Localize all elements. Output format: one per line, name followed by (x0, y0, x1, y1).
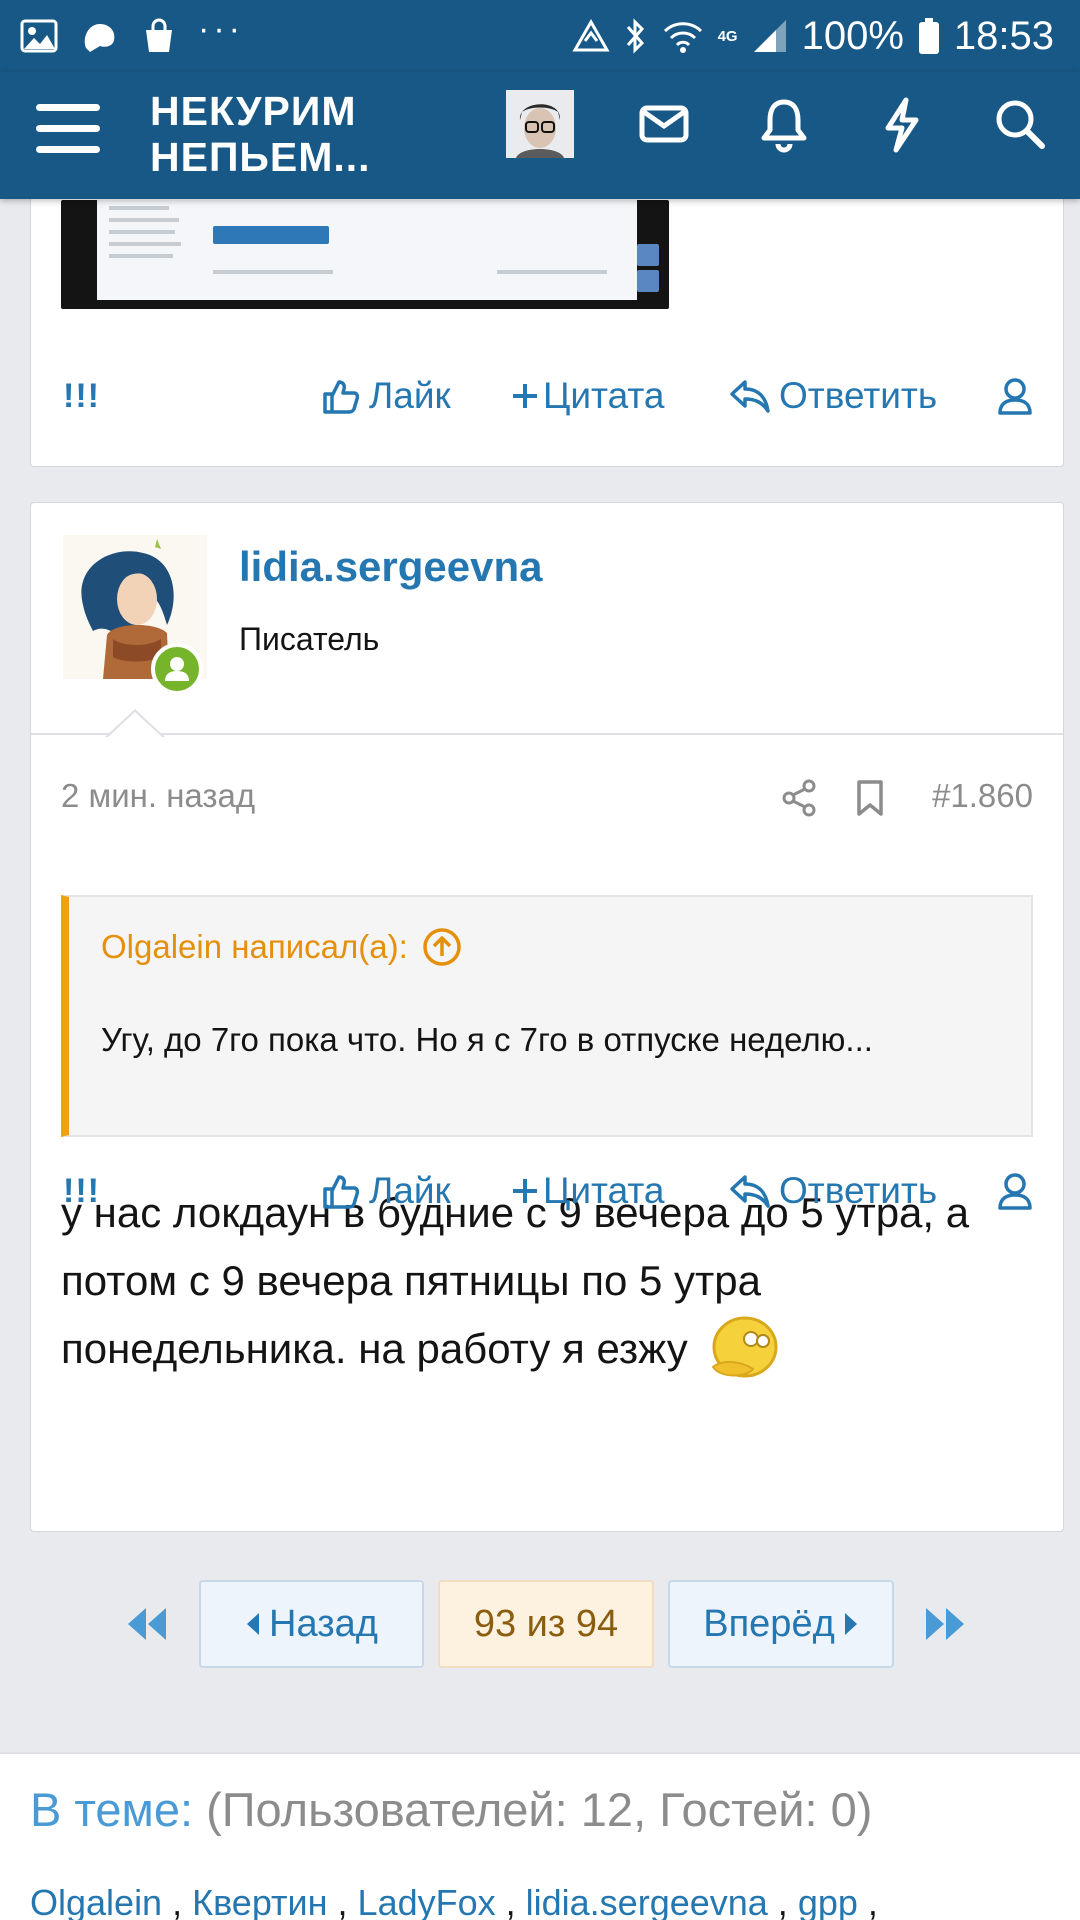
inbox-icon[interactable] (634, 94, 694, 154)
logo-line-2: НЕПЬЕМ... (150, 134, 371, 180)
post-marker[interactable]: !!! (63, 1172, 100, 1211)
menu-icon[interactable] (36, 104, 100, 162)
network-type: 4G (717, 27, 738, 45)
caret-left-icon (247, 1613, 260, 1635)
logo-line-1: НЕКУРИМ (150, 88, 357, 134)
current-page-label: 93 из 94 (473, 1602, 619, 1645)
like-label: Лайк (369, 1170, 451, 1211)
thumbs-up-icon (323, 1175, 360, 1209)
viewer-link[interactable]: gpp (798, 1882, 858, 1920)
like-button[interactable]: Лайк (321, 1170, 451, 1212)
site-logo[interactable]: НЕКУРИМ НЕПЬЕМ... (150, 88, 371, 180)
post-user-block: lidia.sergeevna Писатель (31, 503, 1063, 738)
plus-icon (513, 384, 537, 408)
notification-app-icon (84, 24, 115, 52)
bookmark-icon[interactable] (855, 779, 885, 817)
author-button[interactable] (997, 1171, 1041, 1211)
quote-label: Цитата (543, 1170, 665, 1211)
user-icon (998, 378, 1032, 415)
thread-viewers: В теме: (Пользователей: 12, Гостей: 0) O… (0, 1752, 1080, 1920)
like-button[interactable]: Лайк (321, 375, 451, 417)
thumbs-up-icon (323, 380, 360, 414)
bluetooth-icon (626, 18, 644, 54)
thinking-smiley-icon (712, 1316, 778, 1378)
reply-button[interactable]: Ответить (729, 375, 937, 417)
reply-icon (730, 1175, 770, 1208)
online-status-badge (151, 643, 203, 695)
reply-label: Ответить (779, 375, 938, 416)
post-actions-bar: !!! Лайк Цитата Ответить (31, 1161, 1065, 1221)
current-page-button[interactable]: 93 из 94 (438, 1580, 654, 1668)
thread-viewers-heading: В теме: (Пользователей: 12, Гостей: 0) (30, 1782, 872, 1837)
jump-to-quote-icon (422, 928, 461, 966)
share-icon[interactable] (781, 779, 817, 817)
viewer-list: Olgalein , Квертин , LadyFox , lidia.ser… (30, 1882, 878, 1920)
online-user-icon (165, 657, 189, 681)
viewer-link[interactable]: Квертин (192, 1882, 327, 1920)
status-bar: ··· 4G 100% 18:53 (0, 0, 1080, 72)
wifi-icon (663, 22, 702, 53)
account-avatar[interactable] (506, 90, 574, 158)
battery-percent: 100% (801, 14, 904, 58)
viewer-link[interactable]: LadyFox (358, 1882, 496, 1920)
viewer-link[interactable]: lidia.sergeevna (526, 1882, 768, 1920)
user-icon (998, 1173, 1032, 1210)
plus-icon (513, 1179, 537, 1203)
user-title: Писатель (239, 621, 380, 657)
bell-icon[interactable] (754, 94, 814, 154)
lightning-icon[interactable] (872, 94, 932, 154)
app-header: НЕКУРИМ НЕПЬЕМ... (0, 72, 1080, 199)
shopping-bag-icon (146, 18, 172, 52)
more-notifications: ··· (198, 10, 244, 48)
prev-page-button[interactable]: Назад (199, 1580, 424, 1668)
user-block-pointer (105, 709, 165, 738)
author-button[interactable] (997, 376, 1041, 416)
previous-post: !!! Лайк Цитата Ответить (30, 170, 1064, 467)
quote-label: Цитата (543, 375, 665, 416)
post-marker[interactable]: !!! (63, 377, 100, 416)
quote-block: Olgalein написал(а): Угу, до 7го пока чт… (61, 895, 1033, 1137)
quote-author: Olgalein написал(а): (101, 928, 408, 965)
post-attachment-image[interactable] (61, 200, 669, 309)
viewer-counts: (Пользователей: 12, Гостей: 0) (206, 1783, 873, 1836)
post: lidia.sergeevna Писатель 2 мин. назад #1… (30, 502, 1064, 1532)
prev-page-label: Назад (269, 1602, 378, 1645)
post-meta: 2 мин. назад #1.860 (61, 773, 1033, 823)
like-label: Лайк (369, 375, 451, 416)
battery-icon (918, 18, 939, 54)
caret-right-icon (844, 1613, 857, 1635)
post-time[interactable]: 2 мин. назад (61, 777, 255, 815)
post-actions: !!! Лайк Цитата Ответить (31, 366, 1065, 426)
reply-button[interactable]: Ответить (729, 1170, 937, 1212)
post-number[interactable]: #1.860 (932, 777, 1033, 815)
clock: 18:53 (953, 14, 1054, 58)
next-page-button[interactable]: Вперёд (668, 1580, 894, 1668)
post-author-name[interactable]: lidia.sergeevna (239, 543, 543, 591)
reply-icon (730, 380, 770, 413)
in-thread-label: В теме: (30, 1783, 194, 1836)
next-page-label: Вперёд (703, 1602, 835, 1645)
quote-text: Угу, до 7го пока что. Но я с 7го в отпус… (101, 1021, 873, 1058)
viewer-link[interactable]: Olgalein (30, 1882, 162, 1920)
quote-button[interactable]: Цитата (511, 1170, 664, 1212)
quote-header[interactable]: Olgalein написал(а): (101, 927, 462, 967)
last-page-icon[interactable] (924, 1602, 968, 1646)
search-icon[interactable] (990, 94, 1050, 154)
pagination: Назад 93 из 94 Вперёд (0, 1580, 1080, 1670)
quote-button[interactable]: Цитата (511, 375, 664, 417)
data-saver-icon (571, 19, 610, 52)
first-page-icon[interactable] (124, 1602, 168, 1646)
signal-icon (753, 20, 786, 52)
gallery-icon (20, 19, 58, 53)
reply-label: Ответить (779, 1170, 938, 1211)
